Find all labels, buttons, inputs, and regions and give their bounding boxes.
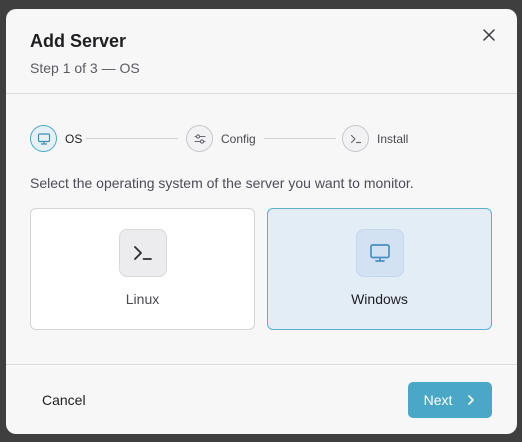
stepper: OS Config Install — [30, 125, 493, 153]
close-icon — [483, 29, 495, 41]
step-config: Config — [186, 125, 256, 152]
close-button[interactable] — [479, 25, 499, 45]
step-install-label: Install — [377, 131, 409, 146]
step-install: Install — [342, 125, 408, 152]
terminal-icon — [133, 246, 152, 260]
step-config-label: Config — [221, 131, 256, 146]
sliders-icon — [193, 133, 206, 144]
step-connector — [264, 138, 336, 139]
step-install-indicator — [342, 125, 369, 152]
os-option-label: Windows — [351, 291, 408, 307]
dialog-title: Add Server — [30, 31, 127, 51]
monitor-icon — [369, 244, 390, 262]
step-os-label: OS — [65, 131, 83, 146]
next-button[interactable]: Next — [408, 381, 492, 418]
terminal-icon — [350, 134, 361, 143]
add-server-dialog: Add Server Step 1 of 3 — OS OS Config In… — [6, 9, 517, 434]
linux-icon-box — [118, 229, 167, 277]
os-option-linux[interactable]: Linux — [30, 208, 255, 330]
step-os: OS — [30, 125, 82, 152]
step-os-indicator — [30, 125, 57, 152]
os-option-windows[interactable]: Windows — [267, 208, 492, 330]
os-option-label: Linux — [125, 291, 160, 307]
dialog-subtitle: Step 1 of 3 — OS — [30, 60, 140, 76]
dialog-header: Add Server Step 1 of 3 — OS — [6, 9, 517, 94]
next-button-label: Next — [423, 391, 453, 408]
monitor-icon — [37, 132, 50, 145]
cancel-button[interactable]: Cancel — [26, 384, 102, 416]
dialog-footer: Cancel Next — [6, 364, 517, 434]
step-connector — [86, 138, 178, 139]
chevron-right-icon — [468, 394, 475, 405]
windows-icon-box — [355, 229, 404, 277]
instruction-text: Select the operating system of the serve… — [30, 175, 414, 191]
os-options: Linux Windows — [30, 208, 493, 330]
step-config-indicator — [186, 125, 213, 152]
